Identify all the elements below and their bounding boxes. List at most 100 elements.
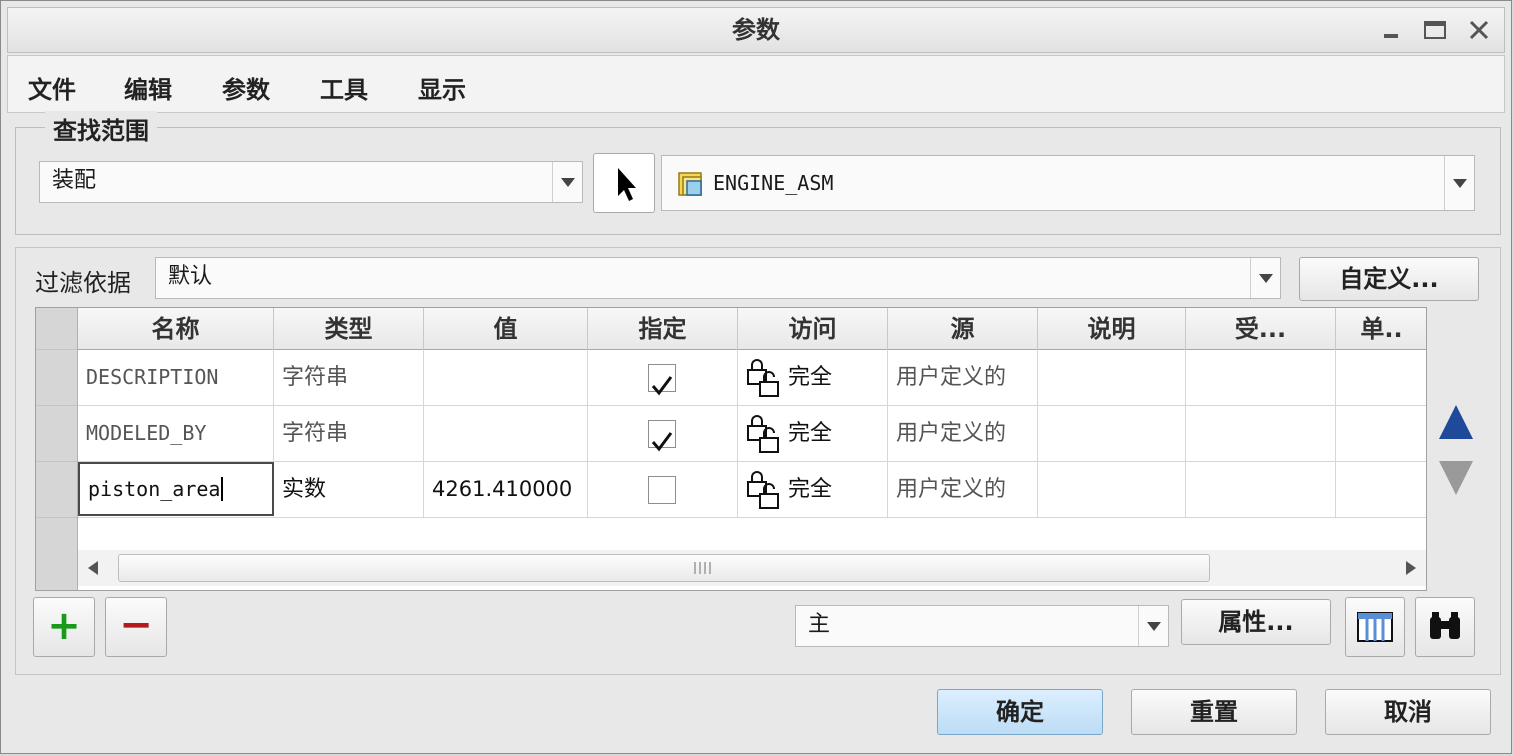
cell-type[interactable]: 字符串: [274, 350, 424, 405]
access-text: 完全: [788, 421, 833, 446]
add-parameter-button[interactable]: +: [33, 597, 95, 657]
cell-designated: [588, 350, 738, 405]
cell-restricted[interactable]: [1186, 462, 1336, 517]
parameters-dialog: 参数 文件 编辑 参数 工具 显示 查找范围 装配 ENGINE_ASM 过滤依…: [0, 0, 1512, 754]
column-header-unit[interactable]: 单..: [1336, 308, 1426, 350]
lock-icon: [747, 471, 779, 509]
columns-button[interactable]: [1345, 597, 1405, 657]
designated-checkbox[interactable]: [648, 420, 676, 452]
search-button[interactable]: [1415, 597, 1475, 657]
cell-access[interactable]: 完全: [738, 406, 888, 461]
cell-unit[interactable]: [1336, 406, 1426, 461]
row-header-2[interactable]: [36, 406, 77, 462]
cell-unit[interactable]: [1336, 350, 1426, 405]
chevron-down-icon[interactable]: [1250, 258, 1280, 298]
cell-description[interactable]: [1038, 406, 1186, 461]
maximize-button[interactable]: [1422, 16, 1450, 44]
menu-tools[interactable]: 工具: [320, 70, 368, 105]
column-header-type[interactable]: 类型: [274, 308, 424, 350]
column-header-value[interactable]: 值: [424, 308, 588, 350]
grip-icon: [694, 562, 711, 574]
minimize-button[interactable]: [1378, 16, 1406, 44]
view-dropdown[interactable]: 主: [795, 605, 1169, 647]
cell-value[interactable]: 4261.410000: [424, 462, 588, 517]
menu-bar: 文件 编辑 参数 工具 显示: [7, 55, 1505, 113]
designated-checkbox[interactable]: [648, 364, 676, 396]
close-button[interactable]: [1466, 16, 1494, 44]
cell-designated: [588, 462, 738, 517]
customize-button[interactable]: 自定义...: [1299, 257, 1479, 301]
table-row[interactable]: piston_area 实数 4261.410000 完全 用户定义的: [78, 462, 1426, 518]
ok-button[interactable]: 确定: [937, 689, 1103, 735]
cell-name-editor[interactable]: piston_area: [78, 462, 274, 516]
scope-value: 装配: [52, 168, 97, 193]
menu-edit[interactable]: 编辑: [124, 70, 172, 105]
chevron-down-icon[interactable]: [552, 162, 582, 202]
menu-file[interactable]: 文件: [28, 70, 76, 105]
scope-dropdown[interactable]: 装配: [39, 161, 583, 203]
object-dropdown[interactable]: ENGINE_ASM: [661, 155, 1475, 211]
cell-restricted[interactable]: [1186, 350, 1336, 405]
cell-source[interactable]: 用户定义的: [888, 462, 1038, 517]
move-down-icon[interactable]: [1439, 461, 1473, 495]
scroll-thumb[interactable]: [118, 554, 1210, 582]
table-row[interactable]: MODELED_BY 字符串 完全 用户定义的: [78, 406, 1426, 462]
cell-name[interactable]: DESCRIPTION: [78, 350, 274, 405]
filter-label: 过滤依据: [35, 269, 131, 297]
table-columns-icon: [1357, 612, 1393, 642]
checkmark-icon: [651, 376, 673, 396]
cell-restricted[interactable]: [1186, 406, 1336, 461]
designated-checkbox[interactable]: [648, 476, 676, 504]
cell-access[interactable]: 完全: [738, 350, 888, 405]
cell-source[interactable]: 用户定义的: [888, 350, 1038, 405]
cell-designated: [588, 406, 738, 461]
minimize-icon: [1384, 34, 1398, 38]
column-header-restricted[interactable]: 受...: [1186, 308, 1336, 350]
scroll-left-icon[interactable]: [78, 550, 108, 586]
scroll-right-icon[interactable]: [1396, 550, 1426, 586]
reset-button[interactable]: 重置: [1131, 689, 1297, 735]
cell-value[interactable]: [424, 350, 588, 405]
row-header-corner: [36, 308, 77, 350]
checkmark-icon: [651, 432, 673, 452]
column-header-designated[interactable]: 指定: [588, 308, 738, 350]
lock-icon: [747, 415, 779, 453]
table-row[interactable]: DESCRIPTION 字符串 完全 用户定义的: [78, 350, 1426, 406]
move-up-icon[interactable]: [1439, 405, 1473, 439]
column-header-description[interactable]: 说明: [1038, 308, 1186, 350]
column-header-name[interactable]: 名称: [78, 308, 274, 350]
cell-source[interactable]: 用户定义的: [888, 406, 1038, 461]
column-header-source[interactable]: 源: [888, 308, 1038, 350]
close-icon: [1469, 20, 1489, 40]
lock-icon: [747, 359, 779, 397]
menu-parameters[interactable]: 参数: [222, 70, 270, 105]
row-header-column: [36, 308, 78, 590]
binoculars-icon: [1430, 612, 1460, 639]
cell-access[interactable]: 完全: [738, 462, 888, 517]
text-cursor: [221, 477, 224, 501]
row-header-1[interactable]: [36, 350, 77, 406]
select-object-button[interactable]: [593, 153, 655, 213]
cell-description[interactable]: [1038, 462, 1186, 517]
remove-parameter-button[interactable]: −: [105, 597, 167, 657]
cell-name: piston_area: [88, 477, 221, 501]
horizontal-scrollbar[interactable]: [78, 550, 1426, 586]
cell-type[interactable]: 字符串: [274, 406, 424, 461]
cancel-button[interactable]: 取消: [1325, 689, 1491, 735]
cell-value[interactable]: [424, 406, 588, 461]
access-text: 完全: [788, 477, 833, 502]
cell-unit[interactable]: [1336, 462, 1426, 517]
properties-button[interactable]: 属性...: [1181, 599, 1331, 645]
cell-name[interactable]: MODELED_BY: [78, 406, 274, 461]
cell-description[interactable]: [1038, 350, 1186, 405]
view-value: 主: [808, 612, 831, 637]
chevron-down-icon[interactable]: [1444, 156, 1474, 210]
menu-display[interactable]: 显示: [418, 70, 466, 105]
find-scope-legend: 查找范围: [45, 111, 157, 146]
chevron-down-icon[interactable]: [1138, 606, 1168, 646]
column-header-access[interactable]: 访问: [738, 308, 888, 350]
filter-dropdown[interactable]: 默认: [155, 257, 1281, 299]
maximize-icon: [1424, 21, 1446, 39]
row-header-3[interactable]: [36, 462, 77, 518]
cell-type[interactable]: 实数: [274, 462, 424, 517]
